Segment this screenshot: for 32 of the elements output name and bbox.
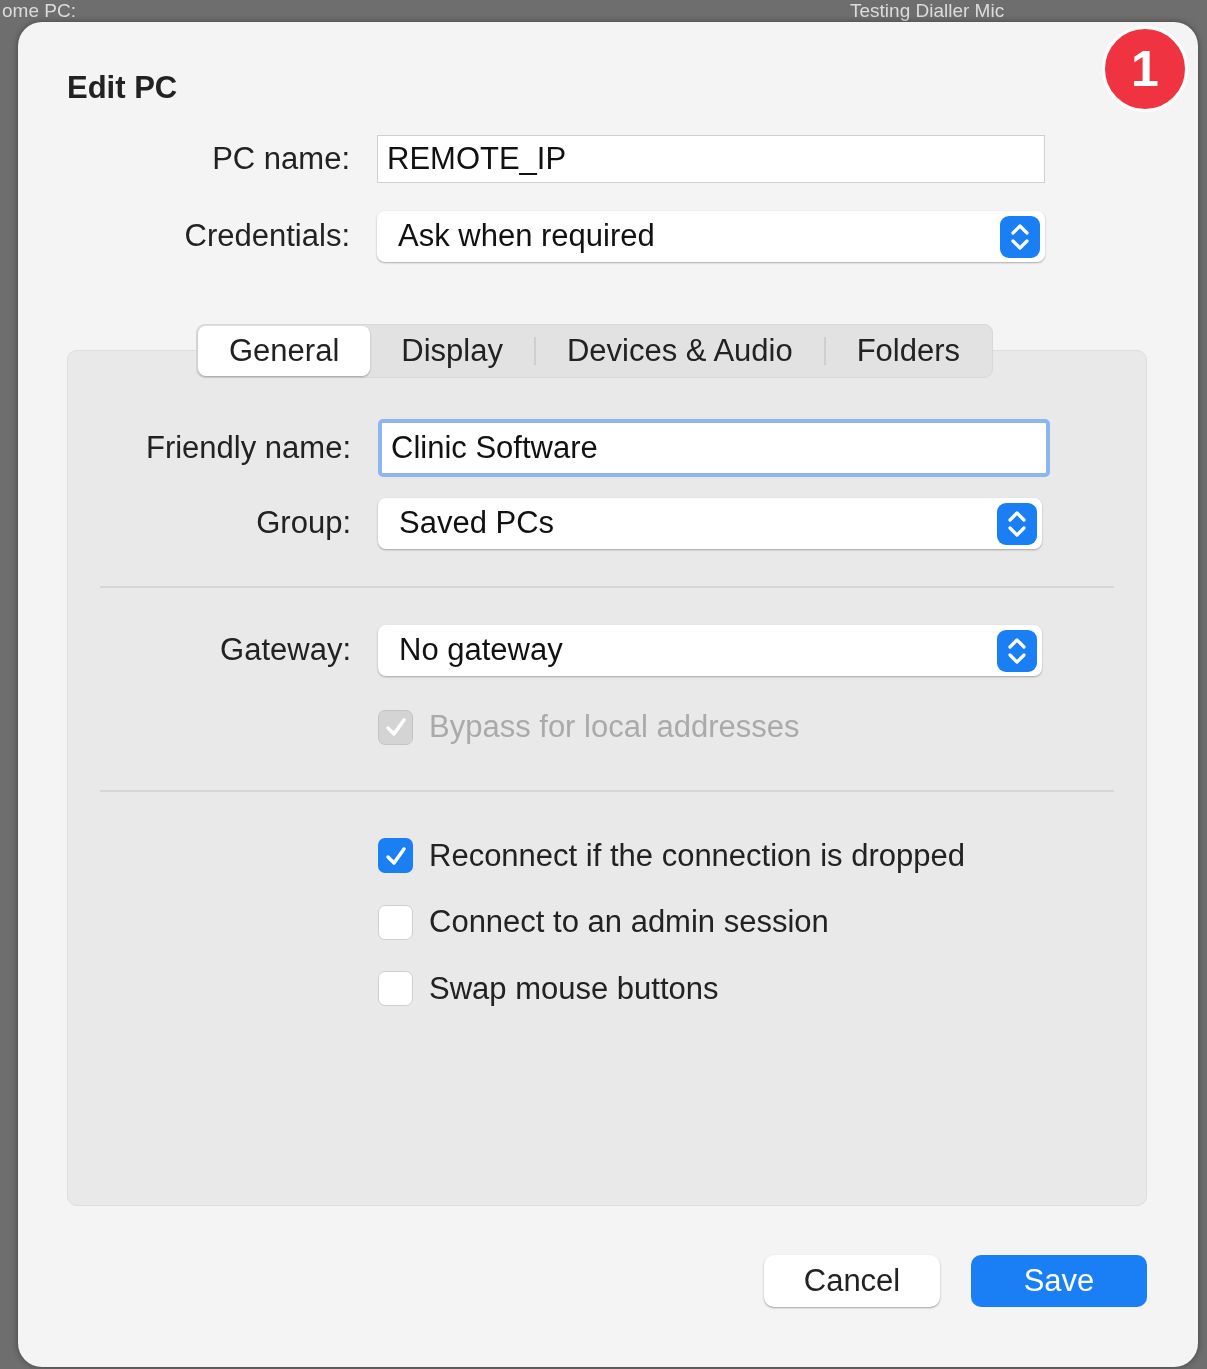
tab[interactable]: General — [198, 326, 371, 376]
checkbox-label: Reconnect if the connection is dropped — [429, 836, 965, 875]
field-label: PC name: — [211, 139, 350, 178]
popup-button[interactable]: Ask when required — [377, 211, 1045, 262]
checkbox[interactable] — [378, 838, 413, 874]
tab[interactable]: Folders — [825, 326, 992, 376]
field-label: Friendly name: — [144, 428, 351, 467]
cancel-button[interactable]: Cancel — [764, 1255, 940, 1307]
field-label: Gateway: — [219, 631, 351, 670]
checkbox[interactable] — [378, 971, 413, 1007]
field-label: Group: — [255, 504, 351, 543]
text-field[interactable]: REMOTE_IP — [377, 135, 1045, 183]
stepper-icon — [997, 502, 1037, 545]
popup-value: Saved PCs — [399, 504, 555, 543]
popup-value: No gateway — [399, 631, 563, 670]
popup-value: Ask when required — [398, 217, 655, 256]
checkbox[interactable] — [378, 904, 413, 940]
dialog-title: Edit PC — [67, 72, 179, 107]
tab[interactable]: Display — [370, 326, 534, 376]
text-field[interactable]: Clinic Software — [378, 419, 1050, 477]
tab[interactable]: Devices & Audio — [535, 326, 824, 376]
popup-button[interactable]: Saved PCs — [378, 498, 1042, 549]
background-window-text: ome PC: — [2, 0, 76, 21]
checkbox-label: Swap mouse buttons — [429, 969, 719, 1008]
stepper-icon — [1000, 215, 1040, 258]
popup-button[interactable]: No gateway — [378, 625, 1042, 676]
stepper-icon — [997, 629, 1037, 672]
background-window-text: Testing Dialler Mic — [850, 0, 1005, 21]
save-button[interactable]: Save — [971, 1255, 1147, 1307]
checkbox-label: Bypass for local addresses — [429, 708, 800, 746]
checkbox-label: Connect to an admin session — [429, 903, 829, 941]
field-label: Credentials: — [183, 217, 350, 256]
